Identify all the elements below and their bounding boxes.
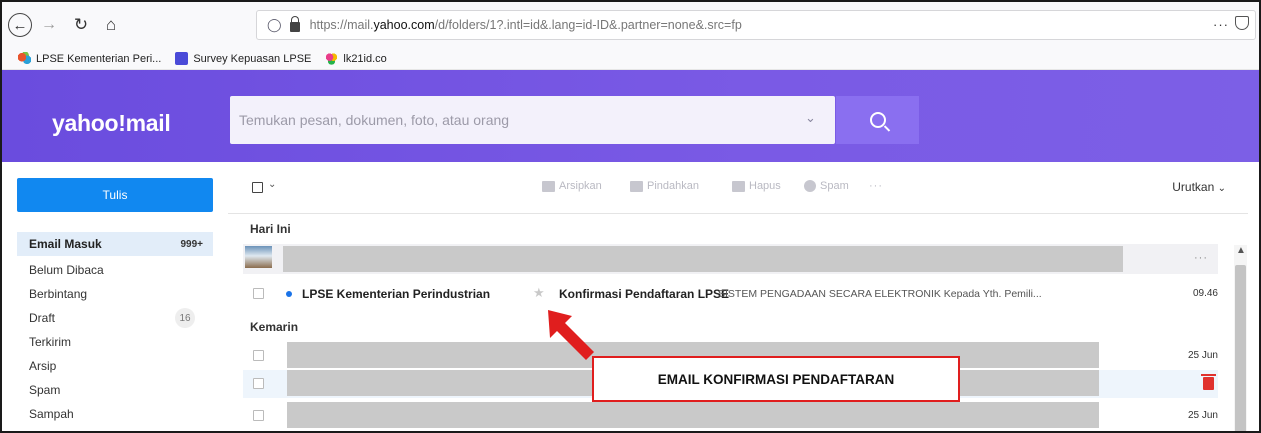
message-row[interactable]: 25 Jun	[243, 402, 1218, 430]
bookmark-label: LPSE Kementerian Peri...	[36, 52, 162, 65]
message-checkbox[interactable]	[253, 410, 264, 421]
search-placeholder: Temukan pesan, dokumen, foto, atau orang	[239, 112, 510, 128]
folder-sent[interactable]: Terkirim	[17, 330, 213, 354]
draft-count-badge: 16	[175, 308, 195, 328]
trash-icon	[732, 180, 745, 192]
more-actions-button[interactable]: ···	[869, 180, 883, 192]
folder-trash[interactable]: Sampah	[17, 402, 213, 426]
pocket-icon[interactable]	[1235, 16, 1249, 30]
lk21-favicon-icon	[325, 52, 339, 65]
scroll-up-icon[interactable]: ▲	[1236, 245, 1246, 256]
section-yesterday: Kemarin	[250, 320, 299, 334]
folder-label: Spam	[29, 383, 61, 397]
message-time: 25 Jun	[1187, 410, 1218, 421]
forward-arrow-icon[interactable]: →	[36, 12, 62, 38]
folder-label: Sampah	[29, 407, 74, 421]
redacted-content	[283, 246, 1123, 272]
message-toolbar: ⌄ Arsipkan Pindahkan Hapus Spam ··· Urut…	[228, 162, 1248, 214]
more-icon[interactable]: ···	[1194, 252, 1208, 264]
bookmark-label: lk21id.co	[343, 52, 387, 65]
message-time: 09.46	[1192, 288, 1218, 299]
folder-archive[interactable]: Arsip	[17, 354, 213, 378]
address-bar[interactable]: ◯ https://mail.yahoo.com/d/folders/1?.in…	[256, 10, 1256, 40]
tracking-shield-icon[interactable]: ◯	[267, 17, 282, 33]
message-sender: LPSE Kementerian Perindustrian	[302, 287, 491, 301]
star-icon[interactable]: ★	[533, 285, 545, 301]
section-today: Hari Ini	[250, 222, 291, 236]
sort-dropdown[interactable]: Urutkan ⌄	[1172, 180, 1226, 194]
sponsored-row[interactable]: ···	[243, 244, 1218, 274]
lock-icon[interactable]	[289, 16, 300, 32]
trash-icon[interactable]	[1201, 374, 1216, 390]
bookmark-lk21[interactable]: lk21id.co	[325, 52, 387, 65]
yahoo-mail-header: yahoo!mail Temukan pesan, dokumen, foto,…	[2, 70, 1259, 162]
folder-inbox[interactable]: Email Masuk 999+	[17, 232, 213, 256]
survey-favicon-icon	[175, 52, 189, 65]
search-input[interactable]: Temukan pesan, dokumen, foto, atau orang…	[230, 96, 835, 144]
folder-label: Terkirim	[29, 335, 71, 349]
chevron-down-icon[interactable]: ⌄	[268, 179, 276, 190]
move-button[interactable]: Pindahkan	[630, 180, 699, 192]
message-row[interactable]: LPSE Kementerian Perindustrian ★ Konfirm…	[243, 280, 1218, 308]
reload-icon[interactable]: ↻	[68, 12, 94, 38]
annotation-callout: EMAIL KONFIRMASI PENDAFTARAN	[592, 356, 960, 402]
scrollbar-thumb[interactable]	[1235, 265, 1246, 431]
home-icon[interactable]: ⌂	[98, 12, 124, 38]
folder-starred[interactable]: Berbintang	[17, 282, 213, 306]
redacted-content	[287, 402, 1099, 428]
bookmarks-bar: LPSE Kementerian Peri... Survey Kepuasan…	[2, 48, 1259, 70]
lpse-favicon-icon	[18, 52, 31, 65]
unread-count: 999+	[180, 238, 203, 250]
folder-unread[interactable]: Belum Dibaca	[17, 258, 213, 282]
chevron-down-icon[interactable]: ⌄	[805, 110, 816, 126]
bookmark-survey[interactable]: Survey Kepuasan LPSE	[175, 52, 311, 65]
bookmark-label: Survey Kepuasan LPSE	[193, 52, 312, 65]
archive-button[interactable]: Arsipkan	[542, 180, 602, 192]
folder-move-icon	[630, 180, 643, 192]
url-text: https://mail.yahoo.com/d/folders/1?.intl…	[309, 18, 742, 32]
message-checkbox[interactable]	[253, 378, 264, 389]
folder-sidebar: Tulis Email Masuk 999+ Belum Dibaca Berb…	[2, 162, 228, 431]
annotation-arrow-icon	[548, 310, 594, 360]
folder-label: Belum Dibaca	[29, 263, 104, 277]
search-button[interactable]	[836, 96, 919, 144]
screenshot-frame: ← → ↻ ⌂ ◯ https://mail.yahoo.com/d/folde…	[0, 0, 1261, 433]
chevron-down-icon: ⌄	[1217, 183, 1226, 194]
message-checkbox[interactable]	[253, 288, 264, 299]
browser-toolbar: ← → ↻ ⌂ ◯ https://mail.yahoo.com/d/folde…	[2, 2, 1259, 48]
folder-label: Draft	[29, 311, 56, 325]
bookmark-lpse[interactable]: LPSE Kementerian Peri...	[18, 52, 161, 65]
folder-spam[interactable]: Spam	[17, 378, 213, 402]
message-time: 25 Jun	[1187, 350, 1218, 361]
message-subject: Konfirmasi Pendaftaran LPSE	[559, 287, 730, 301]
delete-button[interactable]: Hapus	[732, 180, 781, 192]
archive-icon	[542, 180, 555, 192]
unread-dot-icon	[286, 291, 292, 297]
message-list-scrollbar[interactable]: ▲	[1234, 245, 1247, 431]
yahoo-mail-logo[interactable]: yahoo!mail	[52, 110, 171, 137]
back-arrow-icon[interactable]: ←	[8, 13, 32, 37]
select-all-checkbox[interactable]	[252, 182, 263, 193]
search-icon	[869, 112, 886, 128]
folder-label: Email Masuk	[29, 237, 102, 251]
message-snippet: SISTEM PENGADAAN SECARA ELEKTRONIK Kepad…	[718, 288, 1042, 300]
folder-drafts[interactable]: Draft 16	[17, 306, 213, 330]
shield-icon	[804, 180, 816, 192]
ad-thumbnail	[245, 246, 272, 268]
folder-label: Arsip	[29, 359, 57, 373]
message-checkbox[interactable]	[253, 350, 264, 361]
page-actions-more-icon[interactable]: ···	[1213, 17, 1229, 32]
spam-button[interactable]: Spam	[804, 180, 849, 192]
folder-label: Berbintang	[29, 287, 88, 301]
compose-button[interactable]: Tulis	[17, 178, 213, 212]
